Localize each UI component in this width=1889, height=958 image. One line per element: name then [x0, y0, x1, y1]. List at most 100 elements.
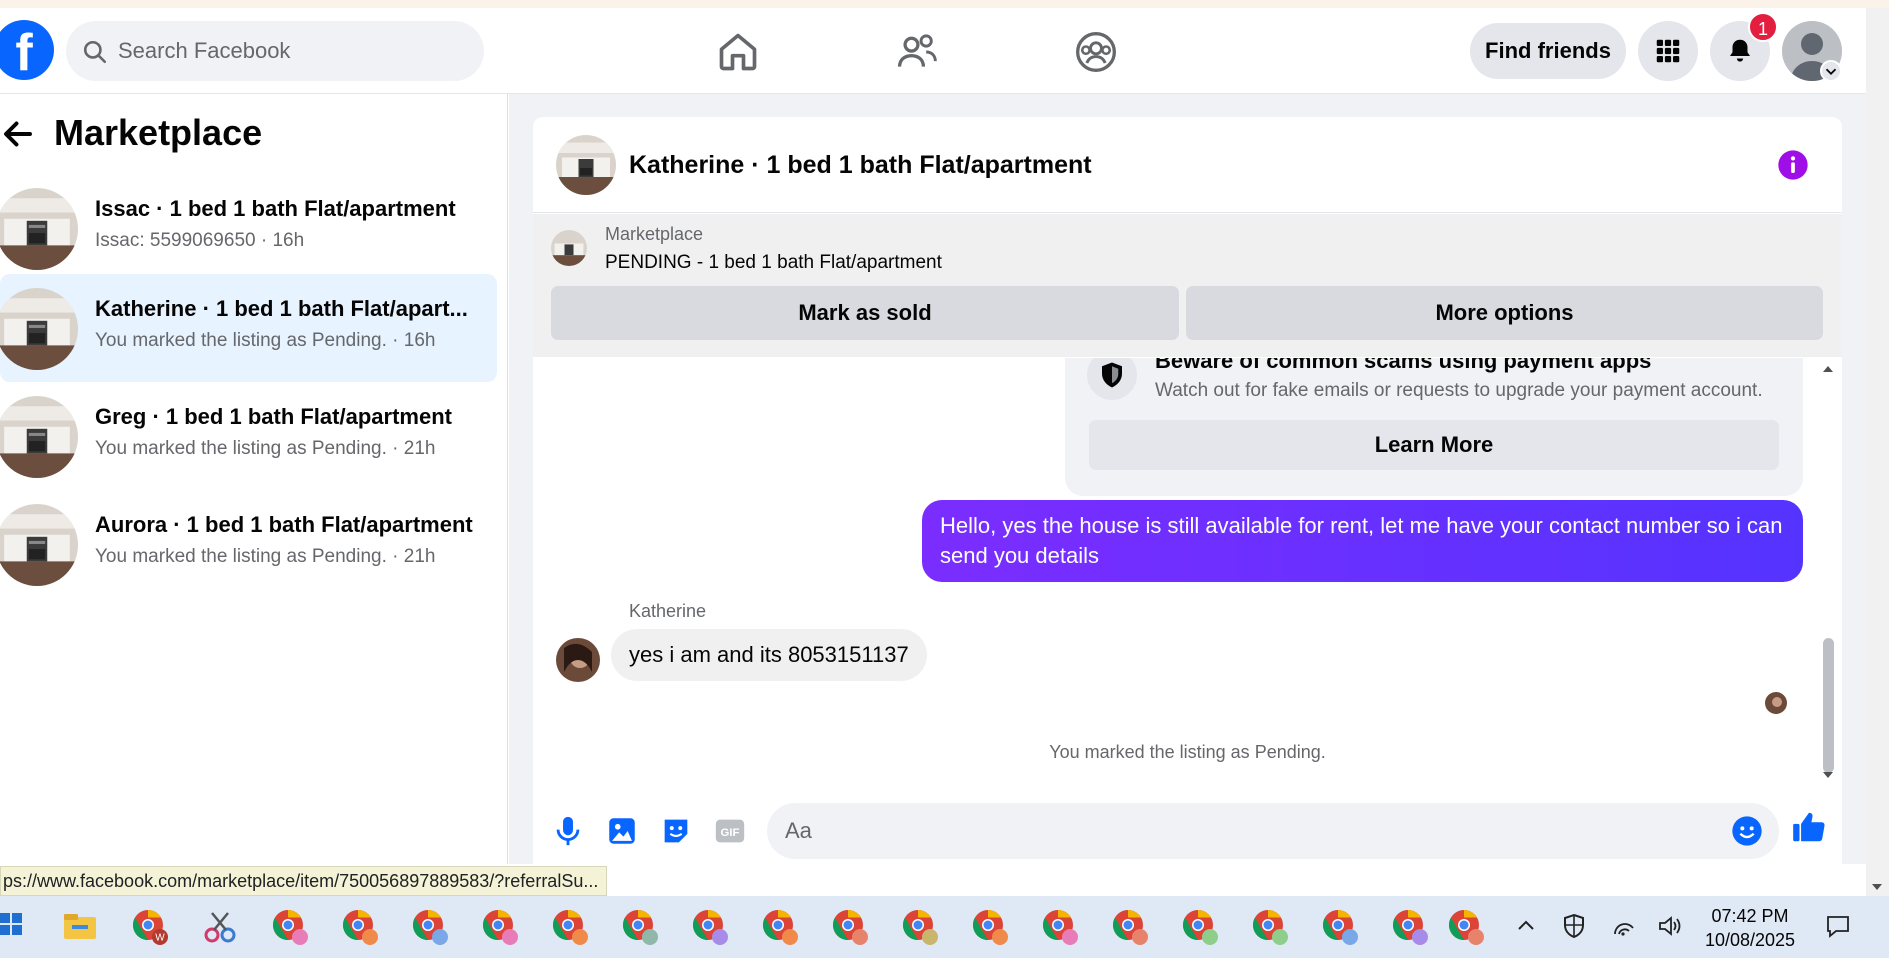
outgoing-message[interactable]: Hello, yes the house is still available …: [922, 500, 1803, 582]
conversation-title: Katherine · 1 bed 1 bath Flat/apart...: [95, 296, 468, 321]
conversation-preview: Issac: 5599069650 · 16h: [95, 230, 305, 251]
chrome-profile-icon[interactable]: [758, 905, 802, 949]
chrome-profile-icon[interactable]: [968, 905, 1012, 949]
back-arrow-icon[interactable]: [0, 116, 36, 152]
shield-icon: [1087, 358, 1137, 400]
more-options-button[interactable]: More options: [1186, 286, 1823, 340]
marketplace-sidebar: Marketplace Issac · 1 bed 1 bath Flat/ap…: [0, 94, 508, 864]
photo-icon[interactable]: [605, 814, 639, 848]
chat-header: Katherine · 1 bed 1 bath Flat/apartment: [533, 117, 1842, 213]
message-input[interactable]: [785, 803, 1685, 859]
chrome-profile-icon-active[interactable]: [898, 905, 942, 949]
conversation-title: Issac · 1 bed 1 bath Flat/apartment: [95, 196, 456, 221]
notification-badge: 1: [1748, 12, 1778, 42]
file-explorer-icon[interactable]: [58, 905, 102, 949]
page-scrollbar[interactable]: [1866, 8, 1889, 896]
chrome-profile-icon[interactable]: [548, 905, 592, 949]
chrome-profile-icon[interactable]: [1108, 905, 1152, 949]
read-receipt-avatar: [1765, 692, 1787, 714]
conversation-item[interactable]: Greg · 1 bed 1 bath Flat/apartment You m…: [0, 382, 497, 490]
system-note: You marked the listing as Pending.: [1049, 742, 1326, 762]
message-thread[interactable]: Beware of common scams using payment app…: [533, 358, 1842, 788]
search-box[interactable]: [66, 21, 484, 81]
windows-start-icon[interactable]: [0, 913, 22, 935]
svg-text:GIF: GIF: [721, 827, 740, 839]
bell-icon: [1730, 39, 1750, 62]
listing-thumbnail[interactable]: [556, 135, 616, 195]
listing-thumbnail-small: [551, 230, 587, 266]
volume-icon[interactable]: [1656, 912, 1684, 940]
chrome-profile-icon[interactable]: [618, 905, 662, 949]
wifi-icon[interactable]: [1610, 912, 1638, 940]
sender-name: Katherine: [629, 601, 707, 621]
sender-avatar[interactable]: [556, 638, 600, 682]
chrome-profile-icon[interactable]: [828, 905, 872, 949]
windows-taskbar: W 07:42 PM 10/08/2025: [0, 896, 1889, 958]
clock-time: 07:42 PM: [1711, 906, 1789, 926]
conversation-preview: You marked the listing as Pending. · 16h: [95, 330, 436, 351]
learn-more-button[interactable]: Learn More: [1089, 420, 1779, 470]
sticker-icon[interactable]: [659, 814, 693, 848]
home-icon[interactable]: [716, 30, 760, 74]
conversation-item[interactable]: Issac · 1 bed 1 bath Flat/apartment Issa…: [0, 174, 497, 282]
scrollbar-thumb[interactable]: [1823, 638, 1834, 773]
conversation-preview: You marked the listing as Pending. · 21h: [95, 438, 436, 459]
mark-as-sold-button[interactable]: Mark as sold: [551, 286, 1179, 340]
microphone-icon[interactable]: [551, 814, 585, 848]
incoming-message[interactable]: yes i am and its 8053151137: [611, 629, 927, 681]
message-scrollbar[interactable]: [1821, 358, 1835, 788]
svg-text:W: W: [155, 933, 165, 944]
chrome-profile-icon[interactable]: [1178, 905, 1222, 949]
listing-thumbnail: [0, 288, 78, 370]
search-input[interactable]: [118, 21, 468, 81]
chat-panel: Katherine · 1 bed 1 bath Flat/apartment …: [533, 117, 1842, 873]
thumbs-up-icon[interactable]: [1790, 808, 1828, 846]
scroll-up-icon[interactable]: [1821, 362, 1835, 376]
scam-warning-title: Beware of common scams using payment app…: [1155, 358, 1652, 373]
menu-button[interactable]: [1638, 21, 1698, 81]
chrome-profile-icon[interactable]: [268, 905, 312, 949]
system-clock[interactable]: 07:42 PM 10/08/2025: [1700, 904, 1800, 952]
chrome-profile-icon[interactable]: [408, 905, 452, 949]
security-shield-icon[interactable]: [1560, 912, 1588, 940]
conversation-title: Greg · 1 bed 1 bath Flat/apartment: [95, 404, 452, 429]
message-input-box[interactable]: [767, 803, 1779, 859]
notification-center-icon[interactable]: [1824, 912, 1852, 940]
chrome-profile-icon[interactable]: [1038, 905, 1082, 949]
conversation-item-active[interactable]: Katherine · 1 bed 1 bath Flat/apart... Y…: [0, 274, 497, 382]
friends-icon[interactable]: [895, 30, 939, 74]
page-scroll-down-icon[interactable]: [1870, 880, 1884, 894]
browser-top-strip: [0, 0, 1889, 8]
account-chevron-down-icon[interactable]: [1820, 60, 1842, 82]
tray-chevron-up-icon[interactable]: [1512, 912, 1540, 940]
chrome-profile-icon[interactable]: [1388, 905, 1432, 949]
chat-title[interactable]: Katherine · 1 bed 1 bath Flat/apartment: [629, 151, 1092, 180]
marketplace-listing-banner: Marketplace PENDING - 1 bed 1 bath Flat/…: [533, 214, 1842, 357]
menu-grid-icon: [1656, 39, 1680, 63]
groups-icon[interactable]: [1074, 30, 1118, 74]
conversation-item[interactable]: Aurora · 1 bed 1 bath Flat/apartment You…: [0, 490, 497, 598]
chrome-profile-icon[interactable]: [688, 905, 732, 949]
top-navigation-bar: f Find friends 1: [0, 8, 1866, 94]
scroll-down-icon[interactable]: [1821, 768, 1835, 782]
listing-thumbnail: [0, 396, 78, 478]
page-title: Marketplace: [54, 112, 263, 153]
gif-icon[interactable]: GIF: [713, 814, 747, 848]
listing-thumbnail: [0, 504, 78, 586]
scam-warning-card: Beware of common scams using payment app…: [1065, 358, 1803, 496]
find-friends-button[interactable]: Find friends: [1470, 23, 1626, 79]
facebook-logo[interactable]: f: [0, 20, 54, 80]
info-icon[interactable]: [1777, 149, 1809, 181]
listing-status: PENDING - 1 bed 1 bath Flat/apartment: [605, 252, 942, 273]
snipping-tool-icon[interactable]: [198, 905, 242, 949]
conversation-title: Aurora · 1 bed 1 bath Flat/apartment: [95, 512, 473, 537]
chrome-profile-icon[interactable]: [1318, 905, 1362, 949]
chrome-profile-icon[interactable]: [1444, 905, 1488, 949]
chrome-profile-icon[interactable]: [1248, 905, 1292, 949]
chrome-profile-icon[interactable]: [478, 905, 522, 949]
listing-thumbnail: [0, 188, 78, 270]
chrome-profile-icon[interactable]: [338, 905, 382, 949]
emoji-icon[interactable]: [1731, 815, 1763, 847]
banner-label: Marketplace: [605, 224, 704, 244]
chrome-profile-icon[interactable]: W: [128, 905, 172, 949]
